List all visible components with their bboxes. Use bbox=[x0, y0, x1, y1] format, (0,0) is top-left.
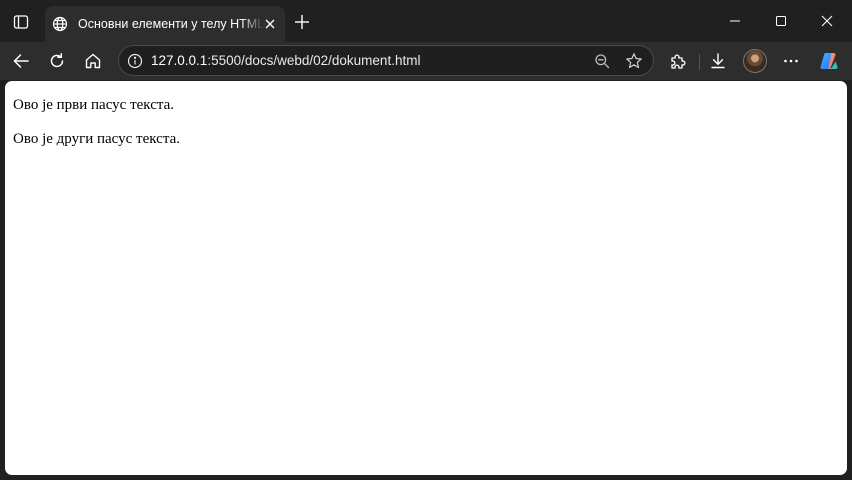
address-bar[interactable]: 127.0.0.1:5500/docs/webd/02/dokument.htm… bbox=[118, 45, 654, 76]
toolbar-divider bbox=[699, 54, 700, 70]
arrow-left-icon[interactable] bbox=[7, 47, 35, 75]
title-bar: Основни елементи у телу HTML bbox=[0, 0, 852, 42]
plus-icon[interactable] bbox=[290, 10, 314, 34]
puzzle-icon[interactable] bbox=[664, 47, 692, 75]
paragraph-second: Ово је други пасус текста. bbox=[13, 131, 180, 147]
close-icon[interactable] bbox=[261, 15, 279, 33]
page-viewport: Ово је први пасус текста. Ово је други п… bbox=[5, 81, 847, 475]
window-close-icon[interactable] bbox=[804, 0, 850, 42]
globe-icon bbox=[51, 15, 69, 33]
home-icon[interactable] bbox=[79, 47, 107, 75]
download-icon[interactable] bbox=[704, 47, 732, 75]
browser-tab[interactable]: Основни елементи у телу HTML bbox=[45, 6, 285, 42]
avatar[interactable] bbox=[743, 49, 767, 73]
star-icon[interactable] bbox=[624, 51, 644, 71]
reload-icon[interactable] bbox=[43, 47, 71, 75]
info-icon[interactable] bbox=[126, 52, 144, 70]
zoom-out-icon[interactable] bbox=[593, 52, 611, 70]
url-host: 127.0.0.1 bbox=[151, 53, 208, 68]
copilot-icon[interactable] bbox=[815, 47, 843, 75]
tab-actions-icon[interactable] bbox=[8, 9, 34, 35]
url-path: :5500/docs/webd/02/dokument.html bbox=[207, 53, 421, 68]
minimize-icon[interactable] bbox=[712, 0, 758, 42]
url-text[interactable]: 127.0.0.1:5500/docs/webd/02/dokument.htm… bbox=[151, 46, 420, 75]
paragraph-first: Ово је први пасус текста. bbox=[13, 97, 175, 113]
more-icon[interactable] bbox=[777, 47, 805, 75]
maximize-icon[interactable] bbox=[758, 0, 804, 42]
navigation-toolbar: 127.0.0.1:5500/docs/webd/02/dokument.htm… bbox=[0, 42, 852, 80]
tab-title: Основни елементи у телу HTML bbox=[78, 17, 264, 31]
